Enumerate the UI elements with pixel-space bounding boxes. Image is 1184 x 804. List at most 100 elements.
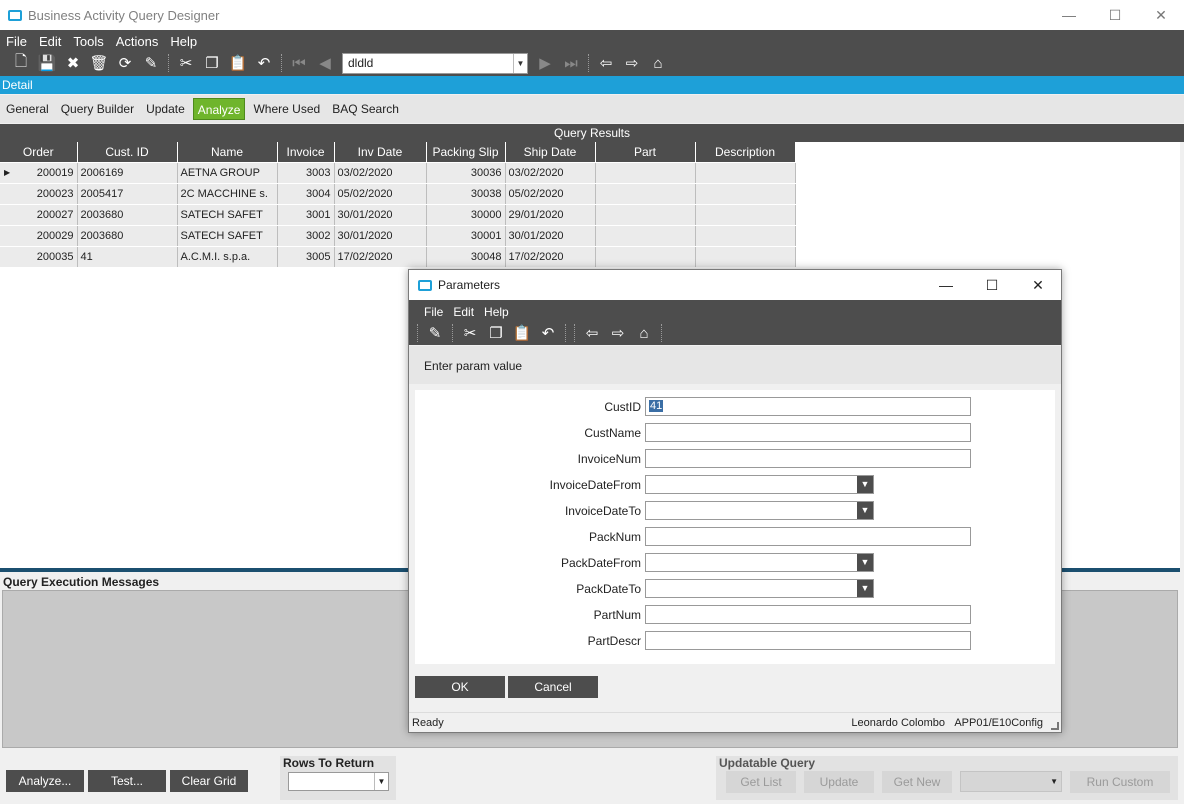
clear-broom-icon[interactable]: ✎: [138, 52, 164, 74]
table-row[interactable]: 200035 41 A.C.M.I. s.p.a. 3005 17/02/2020 300…: [0, 246, 796, 268]
resize-grip-icon[interactable]: [1051, 722, 1059, 730]
table-cell[interactable]: 30001: [426, 225, 506, 247]
run-custom-button[interactable]: Run Custom: [1070, 771, 1170, 793]
save-icon[interactable]: 💾: [34, 52, 60, 74]
col-name[interactable]: Name: [177, 142, 278, 163]
prev-record-icon[interactable]: ◀: [312, 52, 338, 74]
table-row[interactable]: 200027 2003680 SATECH SAFET 3001 30/01/2020 3…: [0, 204, 796, 226]
copy-icon[interactable]: ❐: [483, 322, 509, 344]
table-cell[interactable]: 17/02/2020: [505, 246, 596, 268]
table-cell[interactable]: 2C MACCHINE s.: [177, 183, 278, 205]
table-cell[interactable]: 2005417: [77, 183, 178, 205]
menu-tools[interactable]: Tools: [67, 30, 109, 50]
table-cell[interactable]: SATECH SAFET: [177, 225, 278, 247]
param-date-picker[interactable]: ▼: [645, 553, 874, 572]
dialog-menu-help[interactable]: Help: [479, 301, 514, 321]
tab-analyze[interactable]: Analyze: [192, 98, 246, 120]
table-cell[interactable]: A.C.M.I. s.p.a.: [177, 246, 278, 268]
close-icon[interactable]: ✕: [1015, 270, 1061, 300]
get-new-button[interactable]: Get New: [882, 771, 952, 793]
table-cell[interactable]: 05/02/2020: [505, 183, 596, 205]
table-cell[interactable]: 200035: [0, 246, 78, 268]
table-cell[interactable]: 17/02/2020: [334, 246, 427, 268]
rows-to-return-combo[interactable]: ▼: [288, 772, 389, 791]
minimize-icon[interactable]: —: [923, 270, 969, 300]
param-input[interactable]: 41: [645, 397, 971, 416]
table-cell[interactable]: [595, 225, 696, 247]
chevron-down-icon[interactable]: ▼: [857, 476, 873, 493]
cut-icon[interactable]: ✂: [173, 52, 199, 74]
table-cell[interactable]: 30/01/2020: [505, 225, 596, 247]
param-input[interactable]: [645, 527, 971, 546]
minimize-icon[interactable]: —: [1046, 0, 1092, 30]
updatable-query-combo[interactable]: ▼: [960, 771, 1062, 792]
tab-general[interactable]: General: [2, 98, 53, 120]
get-list-button[interactable]: Get List: [726, 771, 796, 793]
col-description[interactable]: Description: [695, 142, 796, 163]
back-icon[interactable]: ⇦: [593, 52, 619, 74]
home-icon[interactable]: ⌂: [645, 52, 671, 74]
paste-icon[interactable]: 📋: [509, 322, 535, 344]
cut-icon[interactable]: ✂: [457, 322, 483, 344]
ok-button[interactable]: OK: [415, 676, 505, 698]
table-cell[interactable]: [695, 204, 796, 226]
paste-icon[interactable]: 📋: [225, 52, 251, 74]
chevron-down-icon[interactable]: ▼: [1050, 772, 1058, 791]
refresh-icon[interactable]: ⟳: [112, 52, 138, 74]
table-cell[interactable]: 30/01/2020: [334, 204, 427, 226]
maximize-icon[interactable]: ☐: [1092, 0, 1138, 30]
tab-query-builder[interactable]: Query Builder: [57, 98, 138, 120]
table-cell[interactable]: [595, 246, 696, 268]
table-cell[interactable]: [695, 183, 796, 205]
chevron-down-icon[interactable]: ▼: [513, 53, 527, 73]
table-cell[interactable]: [595, 183, 696, 205]
table-cell[interactable]: 30/01/2020: [334, 225, 427, 247]
tab-update[interactable]: Update: [142, 98, 189, 120]
dialog-menu-file[interactable]: File: [419, 301, 448, 321]
table-cell[interactable]: 29/01/2020: [505, 204, 596, 226]
col-cust-id[interactable]: Cust. ID: [77, 142, 178, 163]
param-input[interactable]: [645, 449, 971, 468]
table-cell[interactable]: 41: [77, 246, 178, 268]
col-part[interactable]: Part: [595, 142, 696, 163]
clear-broom-icon[interactable]: ✎: [422, 322, 448, 344]
trash-icon[interactable]: 🗑: [86, 52, 112, 74]
param-date-picker[interactable]: ▼: [645, 475, 874, 494]
table-cell[interactable]: 03/02/2020: [334, 162, 427, 184]
table-cell[interactable]: [595, 162, 696, 184]
copy-icon[interactable]: ❐: [199, 52, 225, 74]
table-cell[interactable]: 03/02/2020: [505, 162, 596, 184]
table-cell[interactable]: 3005: [277, 246, 335, 268]
param-input[interactable]: [645, 631, 971, 650]
table-cell[interactable]: 3003: [277, 162, 335, 184]
maximize-icon[interactable]: ☐: [969, 270, 1015, 300]
delete-icon[interactable]: ✖: [60, 52, 86, 74]
tab-baq-search[interactable]: BAQ Search: [328, 98, 403, 120]
table-cell[interactable]: [695, 225, 796, 247]
table-row[interactable]: 200029 2003680 SATECH SAFET 3002 30/01/2020 3…: [0, 225, 796, 247]
chevron-down-icon[interactable]: ▼: [374, 773, 388, 790]
table-cell[interactable]: 2003680: [77, 204, 178, 226]
close-icon[interactable]: ✕: [1138, 0, 1184, 30]
record-combo[interactable]: dldld ▼: [342, 52, 528, 74]
last-record-icon[interactable]: ⏭: [558, 52, 584, 74]
table-cell[interactable]: 30048: [426, 246, 506, 268]
table-row[interactable]: 200023 2005417 2C MACCHINE s. 3004 05/02/202…: [0, 183, 796, 205]
table-cell[interactable]: [695, 162, 796, 184]
undo-icon[interactable]: ↶: [535, 322, 561, 344]
cancel-button[interactable]: Cancel: [508, 676, 598, 698]
param-date-picker[interactable]: ▼: [645, 501, 874, 520]
test-button[interactable]: Test...: [88, 770, 166, 792]
param-input[interactable]: [645, 423, 971, 442]
table-cell[interactable]: 200023: [0, 183, 78, 205]
param-input[interactable]: [645, 605, 971, 624]
home-icon[interactable]: ⌂: [631, 322, 657, 344]
new-icon[interactable]: 🗋: [8, 52, 34, 74]
undo-icon[interactable]: ↶: [251, 52, 277, 74]
table-cell[interactable]: SATECH SAFET: [177, 204, 278, 226]
forward-icon[interactable]: ⇨: [605, 322, 631, 344]
chevron-down-icon[interactable]: ▼: [857, 502, 873, 519]
col-order[interactable]: Order: [0, 142, 78, 163]
back-icon[interactable]: ⇦: [579, 322, 605, 344]
next-record-icon[interactable]: ▶: [532, 52, 558, 74]
